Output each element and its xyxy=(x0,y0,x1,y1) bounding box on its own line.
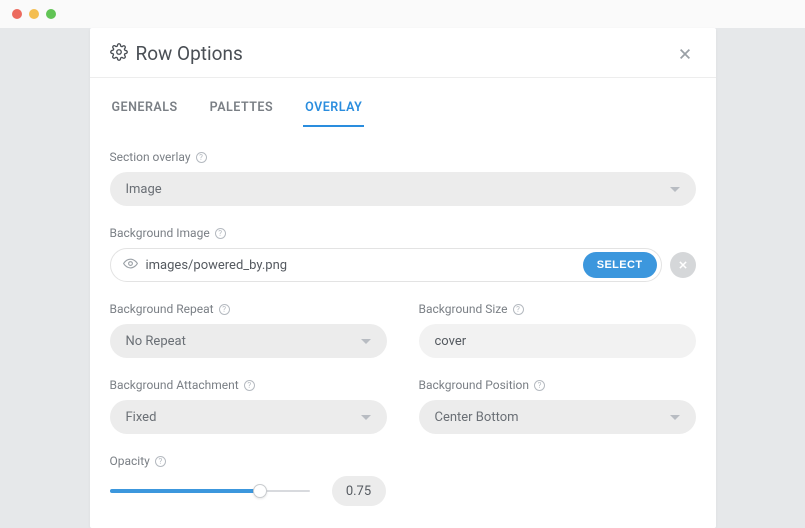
label-background-image: Background Image xyxy=(110,226,210,240)
background-size-value: cover xyxy=(435,334,467,349)
opacity-slider[interactable] xyxy=(110,483,310,499)
slider-fill xyxy=(110,489,260,493)
field-background-repeat: Background Repeat ? No Repeat xyxy=(110,302,387,358)
select-image-button[interactable]: SELECT xyxy=(583,252,657,278)
help-icon[interactable]: ? xyxy=(196,152,207,163)
tab-overlay[interactable]: OVERLAY xyxy=(303,92,364,127)
help-icon[interactable]: ? xyxy=(155,456,166,467)
background-image-path: images/powered_by.png xyxy=(146,258,575,273)
help-icon[interactable]: ? xyxy=(244,380,255,391)
tab-palettes[interactable]: PALETTES xyxy=(208,92,275,127)
select-background-repeat-value: No Repeat xyxy=(126,334,186,349)
opacity-value[interactable]: 0.75 xyxy=(332,476,386,506)
label-background-position: Background Position xyxy=(419,378,530,392)
field-background-position: Background Position ? Center Bottom xyxy=(419,378,696,434)
help-icon[interactable]: ? xyxy=(215,228,226,239)
input-background-image[interactable]: images/powered_by.png SELECT xyxy=(110,248,662,282)
select-background-position-value: Center Bottom xyxy=(435,410,519,425)
select-section-overlay-value: Image xyxy=(126,182,162,197)
label-background-attachment: Background Attachment xyxy=(110,378,239,392)
window-chrome xyxy=(0,0,805,28)
caret-down-icon xyxy=(670,187,680,192)
select-background-attachment[interactable]: Fixed xyxy=(110,400,387,434)
slider-thumb[interactable] xyxy=(253,484,267,498)
field-background-attachment: Background Attachment ? Fixed xyxy=(110,378,387,434)
help-icon[interactable]: ? xyxy=(219,304,230,315)
field-opacity: Opacity ? 0.75 xyxy=(110,454,696,506)
tab-generals[interactable]: GENERALS xyxy=(110,92,180,127)
label-section-overlay: Section overlay xyxy=(110,150,191,164)
modal-title: Row Options xyxy=(136,42,243,65)
tabs: GENERALS PALETTES OVERLAY xyxy=(90,92,716,128)
caret-down-icon xyxy=(670,415,680,420)
window-minimize[interactable] xyxy=(29,9,39,19)
help-icon[interactable]: ? xyxy=(534,380,545,391)
input-background-size[interactable]: cover xyxy=(419,324,696,358)
select-background-position[interactable]: Center Bottom xyxy=(419,400,696,434)
gear-icon xyxy=(110,43,128,65)
eye-icon xyxy=(123,256,138,275)
window-zoom[interactable] xyxy=(46,9,56,19)
select-section-overlay[interactable]: Image xyxy=(110,172,696,206)
label-background-size: Background Size xyxy=(419,302,508,316)
select-background-repeat[interactable]: No Repeat xyxy=(110,324,387,358)
form-body: Section overlay ? Image Background Image… xyxy=(90,128,716,506)
label-background-repeat: Background Repeat xyxy=(110,302,214,316)
help-icon[interactable]: ? xyxy=(513,304,524,315)
window-close[interactable] xyxy=(12,9,22,19)
clear-image-button[interactable] xyxy=(670,252,696,278)
field-section-overlay: Section overlay ? Image xyxy=(110,150,696,206)
label-opacity: Opacity xyxy=(110,454,150,468)
field-background-size: Background Size ? cover xyxy=(419,302,696,358)
modal-header: Row Options xyxy=(90,28,716,78)
close-button[interactable] xyxy=(674,43,696,65)
caret-down-icon xyxy=(361,415,371,420)
caret-down-icon xyxy=(361,339,371,344)
select-background-attachment-value: Fixed xyxy=(126,410,157,425)
field-background-image: Background Image ? images/powered_by.png… xyxy=(110,226,696,282)
row-options-modal: Row Options GENERALS PALETTES OVERLAY Se… xyxy=(90,28,716,528)
